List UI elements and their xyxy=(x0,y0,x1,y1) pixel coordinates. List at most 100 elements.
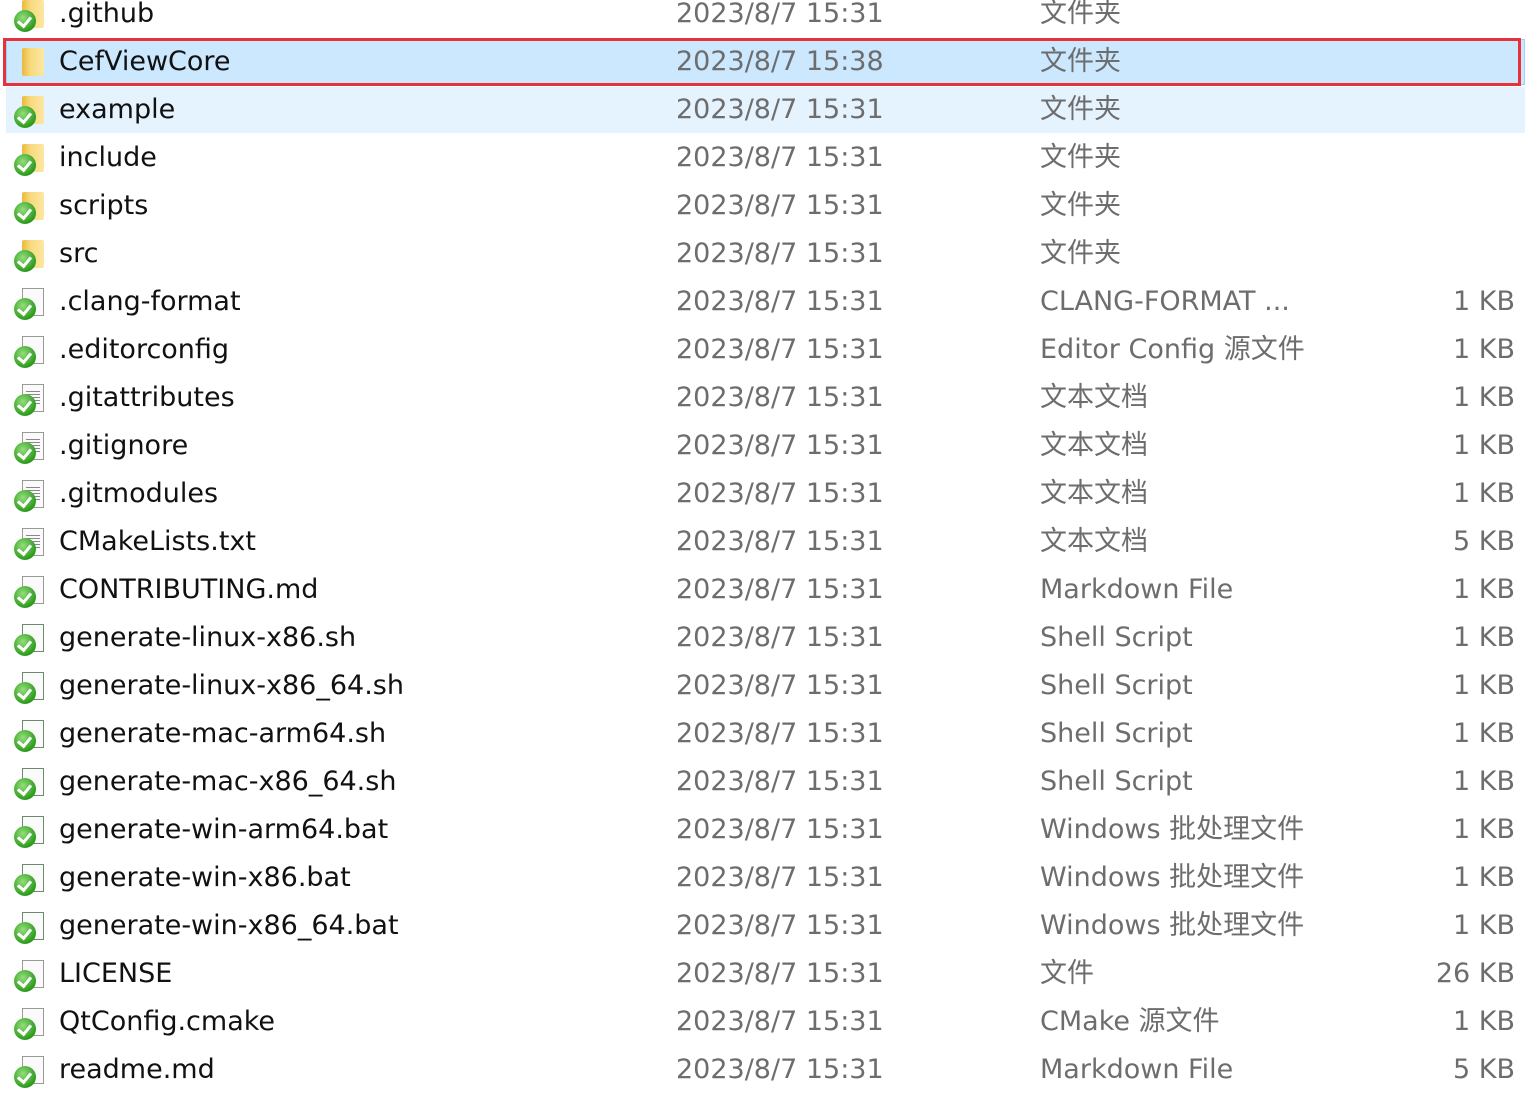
file-type: Shell Script xyxy=(1040,718,1193,749)
file-name[interactable]: CMakeLists.txt xyxy=(59,518,256,566)
file-size: 1 KB xyxy=(1453,286,1515,317)
file-type: 文件夹 xyxy=(1040,94,1121,125)
file-type: 文件夹 xyxy=(1040,0,1121,29)
sync-check-icon xyxy=(14,826,36,848)
file-row[interactable]: .github 2023/8/7 15:31 文件夹 xyxy=(0,0,1531,38)
file-type: Windows 批处理文件 xyxy=(1040,862,1305,893)
file-type: Shell Script xyxy=(1040,670,1193,701)
file-type-icon xyxy=(14,46,46,80)
file-type: 文本文档 xyxy=(1040,382,1148,413)
file-date: 2023/8/7 15:31 xyxy=(676,958,884,989)
file-date: 2023/8/7 15:31 xyxy=(676,574,884,605)
file-name[interactable]: .gitignore xyxy=(59,422,188,470)
file-type: 文件夹 xyxy=(1040,190,1121,221)
file-row[interactable]: CONTRIBUTING.md 2023/8/7 15:31 Markdown Fi… xyxy=(0,566,1531,614)
file-row[interactable]: scripts 2023/8/7 15:31 文件夹 xyxy=(0,182,1531,230)
file-row[interactable]: generate-win-x86.bat 2023/8/7 15:31 Window… xyxy=(0,854,1531,902)
file-name[interactable]: example xyxy=(59,86,175,134)
file-date: 2023/8/7 15:31 xyxy=(676,142,884,173)
file-name[interactable]: generate-win-x86.bat xyxy=(59,854,351,902)
file-row[interactable]: LICENSE 2023/8/7 15:31 文件 26 KB xyxy=(0,950,1531,998)
sync-check-icon xyxy=(14,874,36,896)
file-row[interactable]: readme.md 2023/8/7 15:31 Markdown File 5 KB xyxy=(0,1046,1531,1094)
file-date: 2023/8/7 15:31 xyxy=(676,1054,884,1085)
file-name[interactable]: .github xyxy=(59,0,154,38)
sync-check-icon xyxy=(14,10,36,32)
file-type-icon xyxy=(14,814,46,848)
file-row[interactable]: .gitmodules 2023/8/7 15:31 文本文档 1 KB xyxy=(0,470,1531,518)
file-date: 2023/8/7 15:31 xyxy=(676,382,884,413)
file-type-icon xyxy=(14,910,46,944)
file-name[interactable]: .gitmodules xyxy=(59,470,218,518)
folder-icon xyxy=(22,48,44,76)
file-size: 1 KB xyxy=(1453,910,1515,941)
file-row[interactable]: .gitattributes 2023/8/7 15:31 文本文档 1 KB xyxy=(0,374,1531,422)
file-type: 文件 xyxy=(1040,958,1094,989)
file-row[interactable]: example 2023/8/7 15:31 文件夹 xyxy=(0,86,1531,134)
file-date: 2023/8/7 15:31 xyxy=(676,862,884,893)
file-type-icon xyxy=(14,766,46,800)
sync-check-icon xyxy=(14,442,36,464)
file-size: 5 KB xyxy=(1453,1054,1515,1085)
file-date: 2023/8/7 15:31 xyxy=(676,286,884,317)
sync-check-icon xyxy=(14,634,36,656)
file-row[interactable]: src 2023/8/7 15:31 文件夹 xyxy=(0,230,1531,278)
file-type: 文本文档 xyxy=(1040,430,1148,461)
file-name[interactable]: generate-win-arm64.bat xyxy=(59,806,388,854)
file-row[interactable]: .gitignore 2023/8/7 15:31 文本文档 1 KB xyxy=(0,422,1531,470)
file-date: 2023/8/7 15:31 xyxy=(676,190,884,221)
file-date: 2023/8/7 15:31 xyxy=(676,94,884,125)
sync-check-icon xyxy=(14,730,36,752)
file-name[interactable]: CefViewCore xyxy=(59,38,231,86)
file-name[interactable]: scripts xyxy=(59,182,148,230)
file-name[interactable]: generate-linux-x86_64.sh xyxy=(59,662,404,710)
sync-check-icon xyxy=(14,202,36,224)
file-type-icon xyxy=(14,670,46,704)
file-size: 1 KB xyxy=(1453,1006,1515,1037)
file-size: 1 KB xyxy=(1453,430,1515,461)
sync-check-icon xyxy=(14,490,36,512)
file-size: 26 KB xyxy=(1435,958,1515,989)
file-type-icon xyxy=(14,958,46,992)
file-name[interactable]: QtConfig.cmake xyxy=(59,998,275,1046)
file-row[interactable]: .editorconfig 2023/8/7 15:31 Editor Config… xyxy=(0,326,1531,374)
file-row[interactable]: CefViewCore 2023/8/7 15:38 文件夹 xyxy=(0,38,1531,86)
file-name[interactable]: readme.md xyxy=(59,1046,215,1094)
file-name[interactable]: .gitattributes xyxy=(59,374,235,422)
file-row[interactable]: generate-mac-x86_64.sh 2023/8/7 15:31 Shel… xyxy=(0,758,1531,806)
file-size: 1 KB xyxy=(1453,334,1515,365)
sync-check-icon xyxy=(14,106,36,128)
file-name[interactable]: generate-mac-x86_64.sh xyxy=(59,758,396,806)
file-date: 2023/8/7 15:31 xyxy=(676,766,884,797)
file-name[interactable]: src xyxy=(59,230,98,278)
file-row[interactable]: generate-win-arm64.bat 2023/8/7 15:31 Wind… xyxy=(0,806,1531,854)
file-date: 2023/8/7 15:31 xyxy=(676,718,884,749)
file-name[interactable]: LICENSE xyxy=(59,950,172,998)
file-name[interactable]: .editorconfig xyxy=(59,326,229,374)
file-date: 2023/8/7 15:31 xyxy=(676,1006,884,1037)
file-row[interactable]: QtConfig.cmake 2023/8/7 15:31 CMake 源文件 1 K… xyxy=(0,998,1531,1046)
file-row[interactable]: generate-linux-x86.sh 2023/8/7 15:31 Shell… xyxy=(0,614,1531,662)
file-name[interactable]: .clang-format xyxy=(59,278,241,326)
file-name[interactable]: include xyxy=(59,134,157,182)
file-row[interactable]: CMakeLists.txt 2023/8/7 15:31 文本文档 5 KB xyxy=(0,518,1531,566)
file-size: 1 KB xyxy=(1453,574,1515,605)
file-name[interactable]: generate-mac-arm64.sh xyxy=(59,710,386,758)
file-name[interactable]: CONTRIBUTING.md xyxy=(59,566,318,614)
file-date: 2023/8/7 15:31 xyxy=(676,670,884,701)
file-type-icon xyxy=(14,1054,46,1088)
file-row[interactable]: include 2023/8/7 15:31 文件夹 xyxy=(0,134,1531,182)
sync-check-icon xyxy=(14,922,36,944)
file-row[interactable]: generate-win-x86_64.bat 2023/8/7 15:31 Win… xyxy=(0,902,1531,950)
sync-check-icon xyxy=(14,154,36,176)
file-row[interactable]: generate-mac-arm64.sh 2023/8/7 15:31 Shell… xyxy=(0,710,1531,758)
file-name[interactable]: generate-linux-x86.sh xyxy=(59,614,356,662)
file-row[interactable]: generate-linux-x86_64.sh 2023/8/7 15:31 Sh… xyxy=(0,662,1531,710)
sync-check-icon xyxy=(14,970,36,992)
file-name[interactable]: generate-win-x86_64.bat xyxy=(59,902,399,950)
file-type: Shell Script xyxy=(1040,766,1193,797)
file-type-icon xyxy=(14,430,46,464)
file-row[interactable]: .clang-format 2023/8/7 15:31 CLANG-FORMAT … xyxy=(0,278,1531,326)
file-type: 文件夹 xyxy=(1040,238,1121,269)
sync-check-icon xyxy=(14,394,36,416)
